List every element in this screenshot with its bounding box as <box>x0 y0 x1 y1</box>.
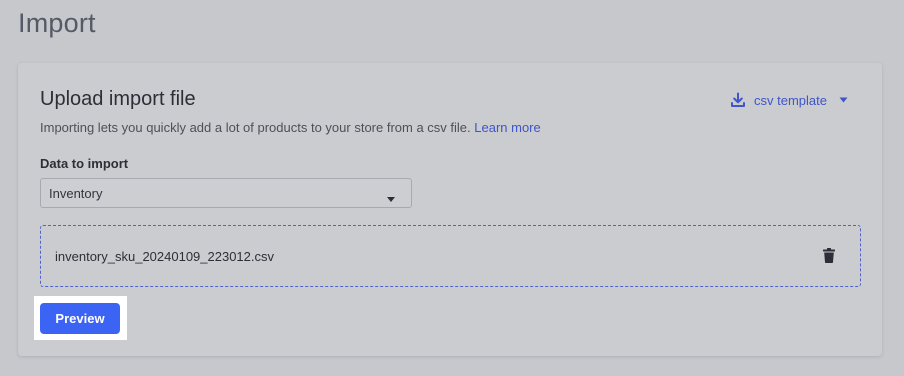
download-icon <box>730 92 746 108</box>
chevron-down-icon <box>387 190 395 205</box>
card-title: Upload import file <box>40 88 196 110</box>
select-value: Inventory <box>49 185 103 201</box>
description-text: Importing lets you quickly add a lot of … <box>40 120 471 135</box>
data-to-import-select[interactable]: Inventory <box>40 178 412 208</box>
preview-button[interactable]: Preview <box>40 303 120 334</box>
learn-more-link[interactable]: Learn more <box>474 120 540 135</box>
trash-icon[interactable] <box>823 248 835 268</box>
card-description: Importing lets you quickly add a lot of … <box>40 120 541 135</box>
upload-card: Upload import file csv template Importin… <box>18 63 882 356</box>
csv-template-label: csv template <box>754 92 827 108</box>
chevron-down-icon <box>839 97 848 103</box>
file-name: inventory_sku_20240109_223012.csv <box>55 249 275 264</box>
uploaded-file-dropzone[interactable]: inventory_sku_20240109_223012.csv <box>40 225 861 287</box>
data-to-import-label: Data to import <box>40 156 129 171</box>
page-title: Import <box>18 8 96 38</box>
preview-highlight: Preview <box>34 296 127 340</box>
csv-template-button[interactable]: csv template <box>730 92 848 108</box>
